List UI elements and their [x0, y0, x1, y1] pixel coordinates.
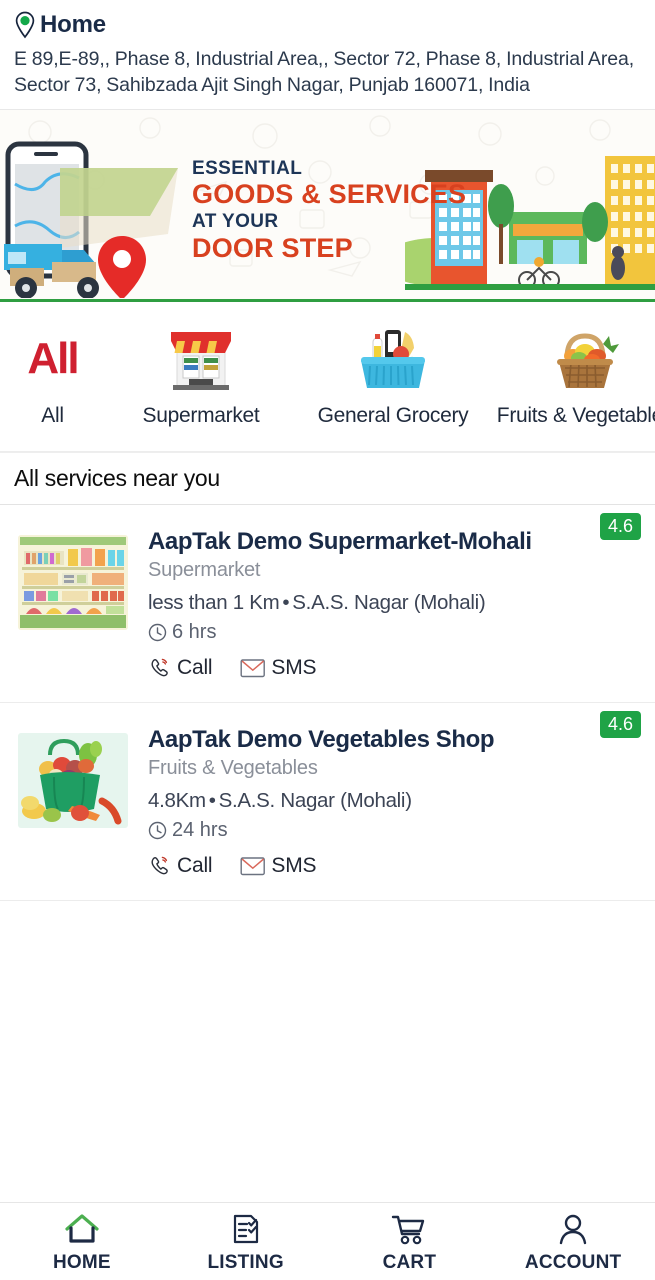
shopping-basket-icon [345, 324, 441, 394]
listing-category: Supermarket [148, 558, 261, 581]
location-row[interactable]: Home [14, 8, 641, 42]
nav-label: ACCOUNT [524, 1251, 622, 1273]
sms-button[interactable]: SMS [240, 853, 317, 878]
promo-banner[interactable]: ESSENTIAL GOODS & SERVICES AT YOUR DOOR … [0, 109, 655, 302]
phone-ringing-icon [151, 856, 168, 874]
nav-item-home[interactable]: HOME [0, 1210, 164, 1274]
listing-distance: less than 1 Km [148, 590, 280, 614]
location-pin-icon [15, 11, 35, 39]
listing-hours: 24 hrs [172, 818, 228, 841]
location-header: Home E 89,E-89,, Phase 8, Industrial Are… [0, 0, 655, 110]
category-label: General Grocery [317, 403, 469, 427]
listing-name[interactable]: AapTak Demo Vegetables Shop [148, 726, 641, 754]
vegetable-bag-thumbnail[interactable] [18, 732, 128, 828]
rating-badge: 4.6 [599, 710, 641, 738]
banner-line-2: GOODS & SERVICES [192, 179, 467, 210]
nav-item-cart[interactable]: CART [328, 1210, 492, 1274]
delivery-illustration [4, 141, 178, 298]
checklist-icon [229, 1210, 263, 1248]
sms-button[interactable]: SMS [240, 655, 317, 680]
phone-ringing-icon [151, 658, 168, 677]
sms-label: SMS [271, 853, 317, 877]
clock-icon [148, 821, 167, 839]
nav-item-listing[interactable]: LISTING [164, 1210, 328, 1274]
fruit-basket-icon [537, 324, 633, 394]
listing-name[interactable]: AapTak Demo Supermarket-Mohali [148, 528, 641, 556]
listing-hours-row: 6 hrs [148, 621, 641, 644]
clock-icon [148, 623, 167, 641]
category-carousel[interactable]: All All Supermarket General Grocery Frui… [0, 301, 655, 452]
category-label: All [41, 403, 64, 427]
listing-category: Fruits & Vegetables [148, 756, 318, 779]
listing-info: AapTak Demo Supermarket-Mohali Supermark… [148, 527, 641, 680]
all-text-icon: All [5, 324, 101, 394]
banner-line-3: AT YOUR [192, 211, 279, 233]
listing-actions: Call SMS [148, 656, 641, 680]
sms-label: SMS [271, 655, 317, 679]
listing-location-row: less than 1 Km • S.A.S. Nagar (Mohali) [148, 591, 641, 615]
rating-badge: 4.6 [599, 512, 641, 540]
listing-card[interactable]: 4.6 AapTak Demo Supermarket-Mohali Super… [0, 504, 655, 703]
category-label: Supermarket [142, 403, 260, 427]
home-icon [63, 1210, 101, 1248]
category-label: Fruits & Vegetables [496, 403, 655, 427]
nav-label: CART [382, 1251, 437, 1273]
bottom-navigation: HOME LISTING CART ACCOUNT [0, 1202, 655, 1280]
envelope-icon [240, 659, 266, 677]
banner-text-block: ESSENTIAL GOODS & SERVICES AT YOUR DOOR … [192, 158, 466, 263]
address-text: E 89,E-89,, Phase 8, Industrial Area,, S… [14, 48, 635, 96]
nav-label: LISTING [207, 1251, 284, 1273]
shopping-cart-icon [390, 1210, 428, 1248]
envelope-icon [240, 856, 266, 875]
separator-dot: • [282, 590, 290, 614]
listing-area: S.A.S. Nagar (Mohali) [218, 788, 412, 812]
call-label: Call [177, 655, 213, 679]
all-mark-label: All [27, 333, 79, 383]
call-button[interactable]: Call [148, 655, 213, 680]
banner-line-1: ESSENTIAL [192, 157, 303, 179]
listing-area: S.A.S. Nagar (Mohali) [292, 590, 486, 614]
call-label: Call [177, 853, 213, 877]
storefront-icon [153, 324, 249, 394]
category-item-fruits-vegetables[interactable]: Fruits & Vegetables [489, 324, 655, 428]
page-title: Home [40, 11, 106, 38]
listing-hours-row: 24 hrs [148, 819, 641, 842]
nav-item-account[interactable]: ACCOUNT [491, 1210, 655, 1274]
listing-hours: 6 hrs [172, 620, 217, 643]
person-icon [556, 1210, 590, 1248]
listing-distance: 4.8Km [148, 788, 206, 812]
category-item-general-grocery[interactable]: General Grocery [297, 324, 489, 428]
call-button[interactable]: Call [148, 853, 213, 878]
category-item-supermarket[interactable]: Supermarket [105, 324, 297, 428]
supermarket-shelf-thumbnail[interactable] [18, 534, 128, 630]
section-header: All services near you [0, 451, 655, 505]
nav-label: HOME [52, 1251, 111, 1273]
section-title: All services near you [14, 464, 220, 491]
banner-line-4: DOOR STEP [192, 232, 353, 263]
category-item-all[interactable]: All All [0, 324, 105, 428]
listing-info: AapTak Demo Vegetables Shop Fruits & Veg… [148, 725, 641, 878]
listing-location-row: 4.8Km • S.A.S. Nagar (Mohali) [148, 789, 641, 813]
listing-card[interactable]: 4.6 AapTak Demo Vegetables Shop Fruits & [0, 702, 655, 901]
separator-dot: • [208, 788, 216, 812]
listing-actions: Call SMS [148, 854, 641, 878]
